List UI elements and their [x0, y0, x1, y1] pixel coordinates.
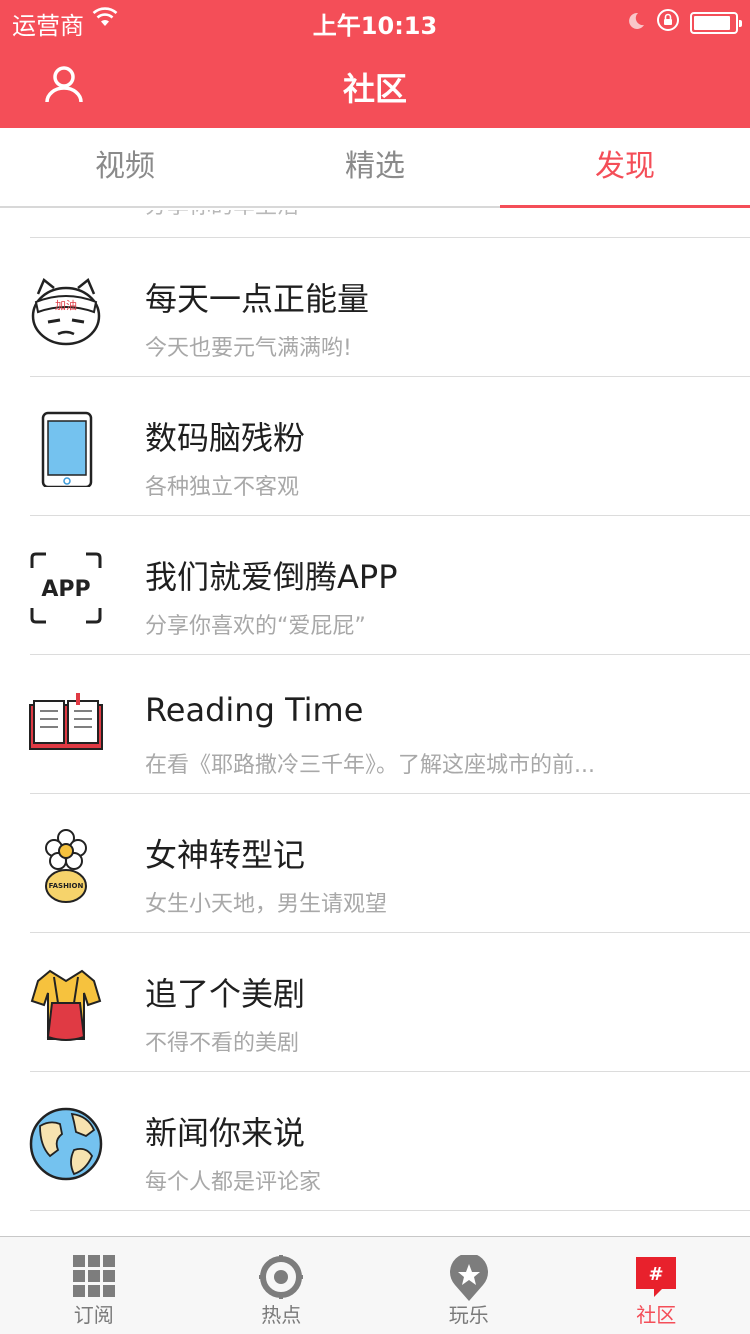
nav-bar: 社区 [0, 40, 750, 128]
target-icon [259, 1255, 304, 1299]
tabbar-label: 玩乐 [448, 1303, 489, 1327]
tabbar-item-hot[interactable]: 热点 [188, 1237, 376, 1334]
globe-icon [28, 1106, 104, 1182]
tablet-icon [28, 411, 104, 489]
page-title: 社区 [342, 70, 407, 108]
location-star-icon [449, 1255, 488, 1301]
tabbar-label: 社区 [636, 1303, 677, 1327]
list-item-desc: 各种独立不客观 [145, 475, 300, 500]
list-item[interactable]: 追了个美剧 不得不看的美剧 [0, 933, 750, 1072]
list-item-desc: 今天也要元气满满哟! [145, 336, 352, 361]
list-item-title: 我们就爱倒腾APP [145, 558, 398, 596]
list-item[interactable]: 加油 每天一点正能量 今天也要元气满满哟! [0, 238, 750, 377]
status-bar: 运营商 上午10:13 [0, 0, 750, 40]
list-item-peek-desc: 分享你的车生活 [145, 210, 299, 220]
svg-text:APP: APP [41, 577, 90, 602]
tabbar-item-subscribe[interactable]: 订阅 [0, 1237, 188, 1334]
list-item[interactable]: 数码脑残粉 各种独立不客观 [0, 377, 750, 516]
segment-tabs: 视频 精选 发现 [0, 128, 750, 208]
list-item-title: 数码脑残粉 [145, 419, 306, 457]
list-item[interactable]: APP 我们就爱倒腾APP 分享你喜欢的“爱屁屁” [0, 516, 750, 655]
svg-text:加油: 加油 [55, 298, 77, 312]
svg-text:#: # [649, 1264, 664, 1285]
battery-icon [690, 12, 742, 34]
app-frame-icon: APP [28, 550, 104, 626]
list-item-desc: 不得不看的美剧 [145, 1031, 300, 1056]
hash-bubble-icon: # [636, 1257, 677, 1297]
list-item-title: 女神转型记 [145, 836, 306, 874]
list-item[interactable]: Reading Time 在看《耶路撒冷三千年》。了解这座城市的前... [0, 655, 750, 794]
fashion-flower-icon: FASHION [28, 828, 104, 904]
tabbar-label: 订阅 [73, 1303, 114, 1327]
open-book-icon [28, 689, 104, 765]
list-item-title: 新闻你来说 [145, 1114, 306, 1152]
grid-icon [72, 1255, 115, 1297]
tab-video[interactable]: 视频 [0, 128, 250, 206]
divider [30, 1210, 750, 1211]
list-item-title: 每天一点正能量 [145, 280, 370, 318]
tab-discover[interactable]: 发现 [500, 128, 750, 208]
list-item[interactable]: FASHION 女神转型记 女生小天地，男生请观望 [0, 794, 750, 933]
svg-text:FASHION: FASHION [49, 882, 84, 890]
topic-list: 分享你的车生活 加油 每天一点正能量 今天也要元气满满哟! 数码脑残粉 [0, 210, 750, 1236]
list-item-title: 追了个美剧 [145, 975, 306, 1013]
list-item-title: Reading Time [145, 691, 364, 729]
tabbar-item-play[interactable]: 玩乐 [375, 1237, 563, 1334]
list-item-desc: 在看《耶路撒冷三千年》。了解这座城市的前... [145, 753, 595, 778]
cheer-cat-icon: 加油 [28, 272, 104, 348]
list-item[interactable]: 新闻你来说 每个人都是评论家 [0, 1072, 750, 1211]
tabbar-label: 热点 [261, 1303, 302, 1327]
tab-featured[interactable]: 精选 [250, 128, 500, 206]
moon-icon [626, 9, 646, 37]
list-item-desc: 分享你喜欢的“爱屁屁” [145, 614, 366, 639]
tabbar-item-community[interactable]: # 社区 [563, 1237, 750, 1334]
list-item-desc: 女生小天地，男生请观望 [145, 892, 388, 917]
list-item-desc: 每个人都是评论家 [145, 1170, 322, 1195]
bottom-tab-bar: 订阅 热点 玩乐 # 社区 [0, 1236, 750, 1334]
costume-icon [28, 967, 104, 1043]
rotation-lock-icon [656, 8, 680, 38]
top-bar: 运营商 上午10:13 社区 [0, 0, 750, 128]
